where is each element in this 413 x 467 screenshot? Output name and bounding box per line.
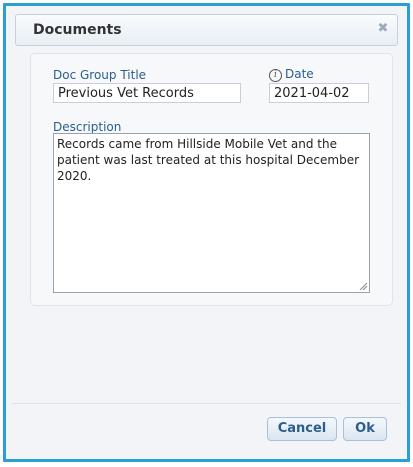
description-label: Description: [53, 120, 122, 134]
cancel-button[interactable]: Cancel: [267, 417, 337, 441]
description-text: Records came from Hillside Mobile Vet an…: [57, 137, 360, 183]
date-input[interactable]: 2021-04-02: [269, 83, 369, 103]
footer-divider: [12, 403, 401, 404]
form-panel: Doc Group Title Previous Vet Records i Da…: [30, 53, 393, 306]
doc-group-title-input[interactable]: Previous Vet Records: [53, 83, 241, 103]
resize-grip-icon[interactable]: [359, 282, 368, 291]
dialog-titlebar[interactable]: Documents ✖: [15, 14, 398, 46]
dialog-title: Documents: [33, 22, 122, 38]
date-label: Date: [285, 67, 314, 81]
documents-dialog: Documents ✖ Doc Group Title Previous Vet…: [3, 3, 410, 462]
doc-group-title-label: Doc Group Title: [53, 68, 147, 82]
date-label-wrapper: i Date: [269, 67, 314, 82]
ok-button[interactable]: Ok: [343, 417, 387, 441]
description-textarea[interactable]: Records came from Hillside Mobile Vet an…: [53, 133, 370, 293]
close-icon[interactable]: ✖: [377, 21, 389, 37]
info-icon[interactable]: i: [269, 69, 282, 82]
